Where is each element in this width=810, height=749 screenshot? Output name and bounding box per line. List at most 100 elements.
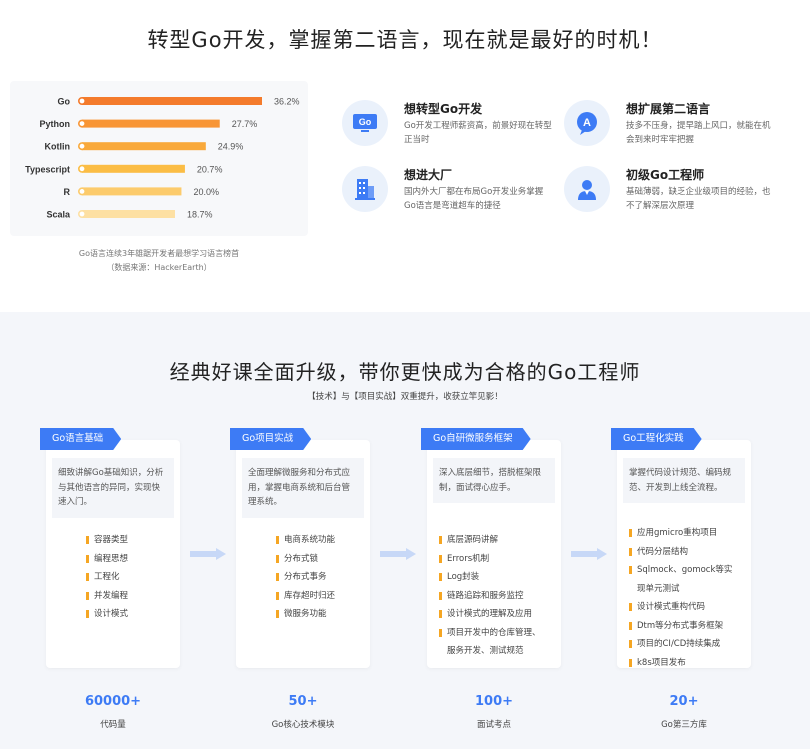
bar (82, 119, 220, 128)
chart-caption: Go语言连续3年雄踞开发者最想学习语言榜首 （数据来源：HackerEarth） (10, 247, 308, 275)
list-item: 项目开发中的仓库管理、 (439, 624, 541, 643)
list-item: 应用gmicro重构项目 (629, 524, 732, 543)
list-item: 项目的CI/CD持续集成 (629, 635, 732, 654)
svg-text:Go: Go (359, 117, 372, 127)
arrow-right-icon (380, 548, 416, 560)
list-item: Errors机制 (439, 550, 541, 569)
course-intro: 掌握代码设计规范、编码规范、开发到上线全流程。 (623, 458, 745, 503)
value-label: 20.7% (197, 164, 223, 174)
category-label: Python (40, 119, 71, 129)
arrow-right-icon (571, 548, 607, 560)
feature-title: 初级Go工程师 (626, 168, 705, 182)
stat-modules-label: Go核心技术模块 (271, 720, 335, 730)
course-upgrade-section: 经典好课全面升级，带你更快成为合格的Go工程师 【技术】与【项目实战】双重提升，… (0, 312, 810, 749)
value-label: 24.9% (218, 142, 244, 152)
list-item: 代码分层结构 (629, 543, 732, 562)
bar (82, 187, 182, 196)
feature-title: 想进大厂 (404, 168, 453, 182)
svg-text:A: A (583, 117, 591, 129)
ranking-bar-chart: Go 36.2% Python 27.7% Kotlin 24.9% Typescript 2… (25, 96, 300, 220)
value-label: 20.0% (193, 187, 219, 197)
stat-libraries-label: Go第三方库 (661, 720, 707, 730)
chart-caption-line1: Go语言连续3年雄踞开发者最想学习语言榜首 (78, 249, 240, 258)
bar-start-dot (78, 187, 87, 196)
course-topic-list: 电商系统功能 分布式锁 分布式事务 库存超时归还 微服务功能 (276, 531, 335, 624)
feature-second-language: A 想扩展第二语言 技多不压身，提早踏上风口，就能在机会到来时牢牢把握 (564, 100, 784, 160)
category-label: R (64, 187, 71, 197)
why-go-section: 转型Go开发，掌握第二语言，现在就是最好的时机！ Go 36.2% Python 27… (0, 0, 810, 312)
stat-modules-value: 50+ (288, 694, 318, 709)
section-subtitle: 【技术】与【项目实战】双重提升，收获立竿见影！ (307, 392, 503, 402)
chart-caption-source: （数据来源：HackerEarth） (106, 263, 212, 272)
feature-career-switch: Go 想转型Go开发 Go开发工程师薪资高，前景好现在转型正当时 (342, 100, 562, 160)
feature-desc: 技多不压身，提早踏上风口，就能在机会到来时牢牢把握 (626, 121, 771, 145)
building-icon (342, 166, 388, 212)
list-item: Dtm等分布式事务框架 (629, 617, 732, 636)
stat-interview-points-label: 面试考点 (476, 720, 511, 730)
list-item: 现单元测试 (637, 583, 680, 594)
feature-junior-engineer: 初级Go工程师 基础薄弱，缺乏企业级项目的经验，也不了解深层次原理 (564, 166, 784, 226)
feature-desc: Go开发工程师薪资高，前景好现在转型正当时 (404, 121, 552, 145)
value-label: 27.7% (232, 119, 258, 129)
bar-start-dot (78, 210, 87, 219)
list-item: 设计模式重构代码 (629, 598, 732, 617)
course-card-go-engineering: Go工程化实践 掌握代码设计规范、编码规范、开发到上线全流程。 应用gmicro… (617, 440, 751, 668)
list-item: 设计模式的理解及应用 (439, 605, 541, 624)
go-logo-icon: Go (342, 100, 388, 146)
feature-desc: 国内外大厂都在布局Go开发业务掌握Go语言是弯道超车的捷径 (404, 187, 544, 211)
course-intro: 细致讲解Go基础知识，分析与其他语言的异同，实现快速入门。 (52, 458, 174, 518)
list-item: k8s项目发布 (629, 654, 732, 673)
value-label: 18.7% (187, 210, 213, 220)
stat-code-lines-value: 60000+ (84, 694, 142, 709)
course-tag: Go自研微服务框架 (421, 428, 531, 450)
bar (82, 210, 175, 218)
list-item: 分布式锁 (276, 550, 335, 569)
course-tag: Go语言基础 (40, 428, 121, 450)
bar (82, 142, 206, 151)
stat-code-lines-label: 代码量 (100, 720, 126, 730)
list-item: 并发编程 (86, 587, 128, 606)
bar-start-dot (78, 164, 87, 173)
list-item: 微服务功能 (276, 605, 335, 624)
list-item: 链路追踪和服务监控 (439, 587, 541, 606)
list-item: 电商系统功能 (276, 531, 335, 550)
list-item: 分布式事务 (276, 568, 335, 587)
course-card-go-project: Go项目实战 全面理解微服务和分布式应用，掌握电商系统和后台管理系统。 电商系统… (236, 440, 370, 668)
course-card-go-basics: Go语言基础 细致讲解Go基础知识，分析与其他语言的异同，实现快速入门。 容器类… (46, 440, 180, 668)
list-item: Log封装 (439, 568, 541, 587)
course-intro: 深入底层细节，搭脱框架限制，面试得心应手。 (433, 458, 555, 503)
stat-interview-points-value: 100+ (474, 694, 514, 709)
feature-big-company: 想进大厂 国内外大厂都在布局Go开发业务掌握Go语言是弯道超车的捷径 (342, 166, 562, 226)
course-topic-list: 应用gmicro重构项目 代码分层结构 Sqlmock、gomock等实 现单元… (629, 524, 732, 672)
course-topic-list: 底层源码讲解 Errors机制 Log封装 链路追踪和服务监控 设计模式的理解及… (439, 531, 541, 661)
list-item: Sqlmock、gomock等实 (629, 561, 732, 580)
bar-start-dot (78, 142, 87, 151)
bar (82, 97, 262, 105)
list-item: 容器类型 (86, 531, 128, 550)
bar-start-dot (78, 119, 87, 128)
course-intro: 全面理解微服务和分布式应用，掌握电商系统和后台管理系统。 (242, 458, 364, 518)
category-label: Kotlin (45, 142, 71, 152)
list-item: 工程化 (86, 568, 128, 587)
course-tag: Go工程化实践 (611, 428, 702, 450)
bar (82, 164, 185, 173)
course-tag: Go项目实战 (230, 428, 311, 450)
language-ranking-chart: Go 36.2% Python 27.7% Kotlin 24.9% Typescript 2… (10, 81, 308, 236)
category-label: Go (58, 97, 71, 107)
value-label: 36.2% (274, 97, 300, 107)
section-title: 经典好课全面升级，带你更快成为合格的Go工程师 (169, 360, 641, 384)
course-card-microservice-framework: Go自研微服务框架 深入底层细节，搭脱框架限制，面试得心应手。 底层源码讲解 E… (427, 440, 561, 668)
bar-start-dot (78, 96, 87, 105)
feature-desc: 基础薄弱，缺乏企业级项目的经验，也不了解深层次原理 (626, 187, 771, 211)
engineer-icon (564, 166, 610, 212)
list-item: 设计模式 (86, 605, 128, 624)
stat-libraries-value: 20+ (669, 694, 699, 709)
language-icon: A (564, 100, 610, 146)
course-topic-list: 容器类型 编程思想 工程化 并发编程 设计模式 (86, 531, 128, 624)
feature-title: 想扩展第二语言 (626, 102, 711, 116)
category-label: Typescript (25, 164, 70, 174)
list-item: 服务开发、测试规范 (447, 646, 524, 656)
section-title: 转型Go开发，掌握第二语言，现在就是最好的时机！ (147, 28, 663, 52)
list-item: 库存超时归还 (276, 587, 335, 606)
list-item: 底层源码讲解 (439, 531, 541, 550)
